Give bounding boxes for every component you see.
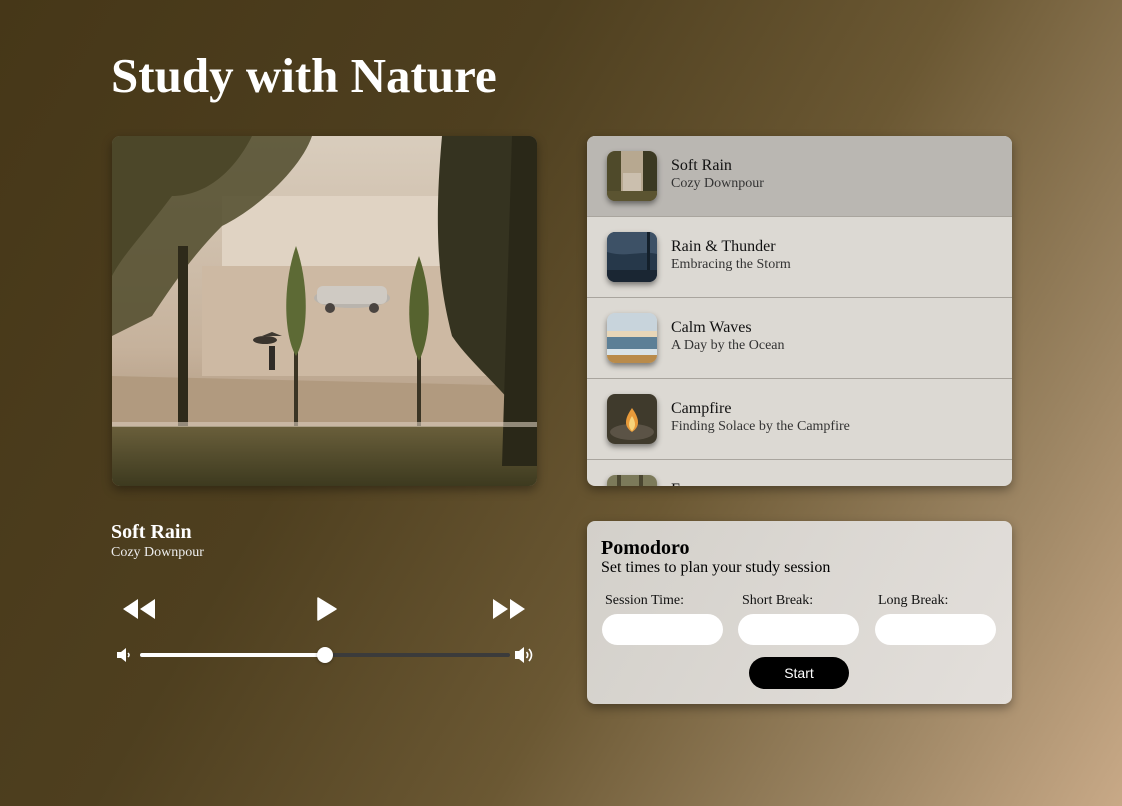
- previous-button[interactable]: [122, 598, 156, 625]
- volume-slider-fill: [140, 653, 325, 657]
- long-break-label: Long Break:: [878, 593, 949, 608]
- campfire-thumbnail: [607, 394, 657, 444]
- track-subtitle: Finding Solace by the Campfire: [671, 419, 850, 434]
- fast-forward-icon: [493, 599, 525, 619]
- playlist-item-calm-waves[interactable]: Calm Waves A Day by the Ocean: [587, 298, 1012, 379]
- track-name: F: [671, 481, 680, 486]
- playlist-item-soft-rain[interactable]: Soft Rain Cozy Downpour: [587, 136, 1012, 217]
- playlist-item-rain-thunder[interactable]: Rain & Thunder Embracing the Storm: [587, 217, 1012, 298]
- pomodoro-title: Pomodoro: [601, 537, 690, 559]
- now-playing-subtitle: Cozy Downpour: [111, 545, 204, 560]
- volume-high-icon: [515, 647, 533, 663]
- long-break-input[interactable]: [875, 614, 996, 645]
- track-name: Rain & Thunder: [671, 238, 776, 255]
- session-time-input[interactable]: [602, 614, 723, 645]
- rewind-icon: [123, 599, 155, 619]
- short-break-input[interactable]: [738, 614, 859, 645]
- volume-slider-handle[interactable]: [317, 647, 333, 663]
- next-button[interactable]: [492, 598, 526, 625]
- track-name: Campfire: [671, 400, 732, 417]
- ocean-beach-thumbnail: [607, 313, 657, 363]
- page-title: Study with Nature: [111, 48, 497, 103]
- volume-slider[interactable]: [140, 647, 510, 663]
- playlist-item-forest[interactable]: F: [587, 460, 1012, 486]
- track-subtitle: Embracing the Storm: [671, 257, 791, 272]
- volume-low-icon: [117, 648, 130, 662]
- track-subtitle: Cozy Downpour: [671, 176, 764, 191]
- playlist: Soft Rain Cozy Downpour Rain & Thunder E…: [587, 136, 1012, 486]
- now-playing-title: Soft Rain: [111, 521, 192, 543]
- track-name: Soft Rain: [671, 157, 732, 174]
- storm-window-thumbnail: [607, 232, 657, 282]
- track-name: Calm Waves: [671, 319, 752, 336]
- play-icon: [317, 597, 337, 621]
- track-subtitle: A Day by the Ocean: [671, 338, 785, 353]
- rain-street-thumbnail: [607, 151, 657, 201]
- playlist-item-campfire[interactable]: Campfire Finding Solace by the Campfire: [587, 379, 1012, 460]
- volume-low-button[interactable]: [116, 647, 131, 668]
- now-playing-artwork: [112, 136, 537, 486]
- forest-thumbnail: [607, 475, 657, 486]
- play-button[interactable]: [316, 597, 337, 626]
- rainy-park-street-photo: [112, 136, 537, 486]
- pomodoro-subtitle: Set times to plan your study session: [601, 559, 831, 576]
- short-break-label: Short Break:: [742, 593, 814, 608]
- session-time-label: Session Time:: [605, 593, 684, 608]
- pomodoro-panel: Pomodoro Set times to plan your study se…: [587, 521, 1012, 704]
- start-button[interactable]: Start: [749, 657, 849, 689]
- volume-high-button[interactable]: [514, 645, 535, 670]
